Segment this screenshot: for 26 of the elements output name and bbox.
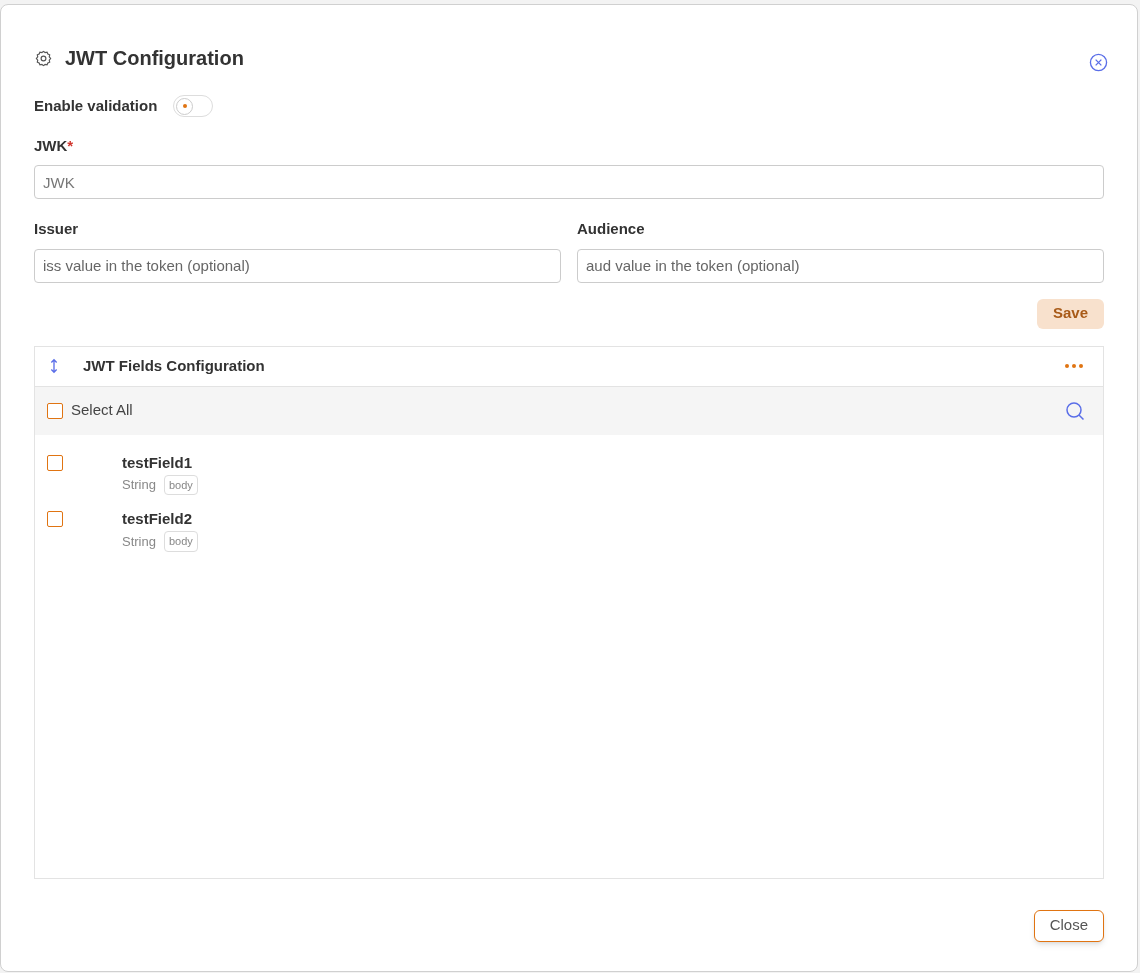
field-name: testField1 [122, 452, 194, 473]
text-field[interactable]: aud value in the token (optional) [577, 248, 1104, 283]
field-type: String [122, 532, 156, 551]
checkbox[interactable] [47, 511, 63, 527]
checkbox[interactable] [47, 454, 63, 471]
close-button[interactable]: Close [1033, 909, 1104, 942]
jwk-label: JWK* [34, 135, 75, 156]
dialog-title: JWT Configuration [65, 46, 244, 71]
more-options-icon[interactable] [1065, 364, 1083, 368]
field-type: String [122, 476, 156, 494]
settings-icon [34, 48, 53, 68]
field-tag: body [163, 531, 198, 552]
enable-validation-label: Enable validation [34, 96, 158, 116]
text-field[interactable]: iss value in the token (optional) [34, 248, 561, 283]
toggle-switch[interactable] [173, 95, 214, 118]
search-icon[interactable] [1065, 400, 1085, 421]
field-label: Audience [577, 219, 646, 239]
select-all-label: Select All [71, 400, 133, 421]
field-label: Issuer [34, 219, 80, 239]
checkbox[interactable] [47, 402, 63, 419]
jwk-field[interactable]: JWK [34, 165, 1104, 199]
field-tag: body [163, 474, 198, 495]
vertical-arrows-icon[interactable] [49, 358, 59, 374]
panel-title: JWT Fields Configuration [83, 355, 265, 376]
close-icon[interactable] [1089, 53, 1108, 72]
field-name: testField2 [122, 509, 194, 529]
